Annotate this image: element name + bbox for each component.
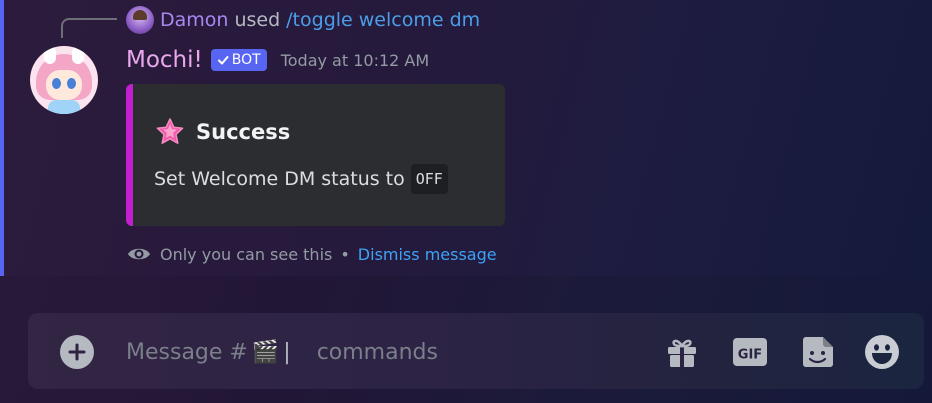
channel-emoji: 🎬 (251, 339, 280, 365)
gift-icon (668, 339, 696, 367)
message-input[interactable]: Message # 🎬 | commands (126, 333, 646, 371)
message-area: Damon used /toggle welcome dm Mochi! BOT… (0, 0, 932, 276)
placeholder-start: Message # (126, 339, 248, 365)
checkmark-icon (217, 56, 229, 65)
sticker-icon (803, 337, 833, 367)
message-composer: Message # 🎬 | commands GIF (28, 313, 924, 389)
gif-icon: GIF (733, 338, 767, 366)
embed-accent-stripe (126, 84, 133, 226)
ephemeral-notice: Only you can see this • Dismiss message (126, 241, 497, 267)
reply-username[interactable]: Damon (160, 9, 228, 31)
author-name[interactable]: Mochi! (126, 47, 203, 73)
bot-avatar[interactable] (30, 46, 98, 114)
placeholder-end: commands (316, 339, 438, 365)
reply-spine (61, 18, 117, 38)
bot-tag-label: BOT (231, 52, 261, 68)
reply-context[interactable]: Damon used /toggle welcome dm (126, 5, 480, 35)
embed-description: Set Welcome DM status to OFF (154, 164, 448, 194)
embed-title-text: Success (196, 120, 291, 144)
success-embed: Success Set Welcome DM status to OFF (126, 84, 505, 226)
reply-used-text: used (234, 9, 281, 31)
add-icon (68, 343, 86, 361)
dismiss-message-link[interactable]: Dismiss message (358, 245, 497, 264)
emoji-icon (865, 335, 899, 369)
timestamp[interactable]: Today at 10:12 AM (281, 51, 429, 70)
highlight-bar (0, 0, 4, 276)
ephemeral-text: Only you can see this (160, 244, 333, 264)
svg-text:GIF: GIF (738, 348, 762, 363)
gift-button[interactable] (662, 333, 702, 371)
add-attachment-button[interactable] (60, 335, 94, 369)
embed-title: Success (154, 116, 290, 148)
reply-command[interactable]: /toggle welcome dm (286, 9, 480, 31)
eye-icon (128, 248, 150, 260)
embed-description-text: Set Welcome DM status to (154, 168, 405, 190)
emoji-button[interactable] (862, 333, 902, 371)
gif-button[interactable]: GIF (730, 333, 770, 371)
ephemeral-separator: • (340, 244, 350, 264)
status-code-chip: OFF (410, 164, 448, 194)
pink-star-icon (156, 118, 184, 144)
message-header: Mochi! BOT Today at 10:12 AM (126, 44, 429, 76)
reply-user-avatar[interactable] (126, 6, 154, 34)
bot-tag: BOT (210, 49, 267, 71)
text-cursor: | (283, 339, 291, 365)
sticker-button[interactable] (798, 333, 838, 371)
